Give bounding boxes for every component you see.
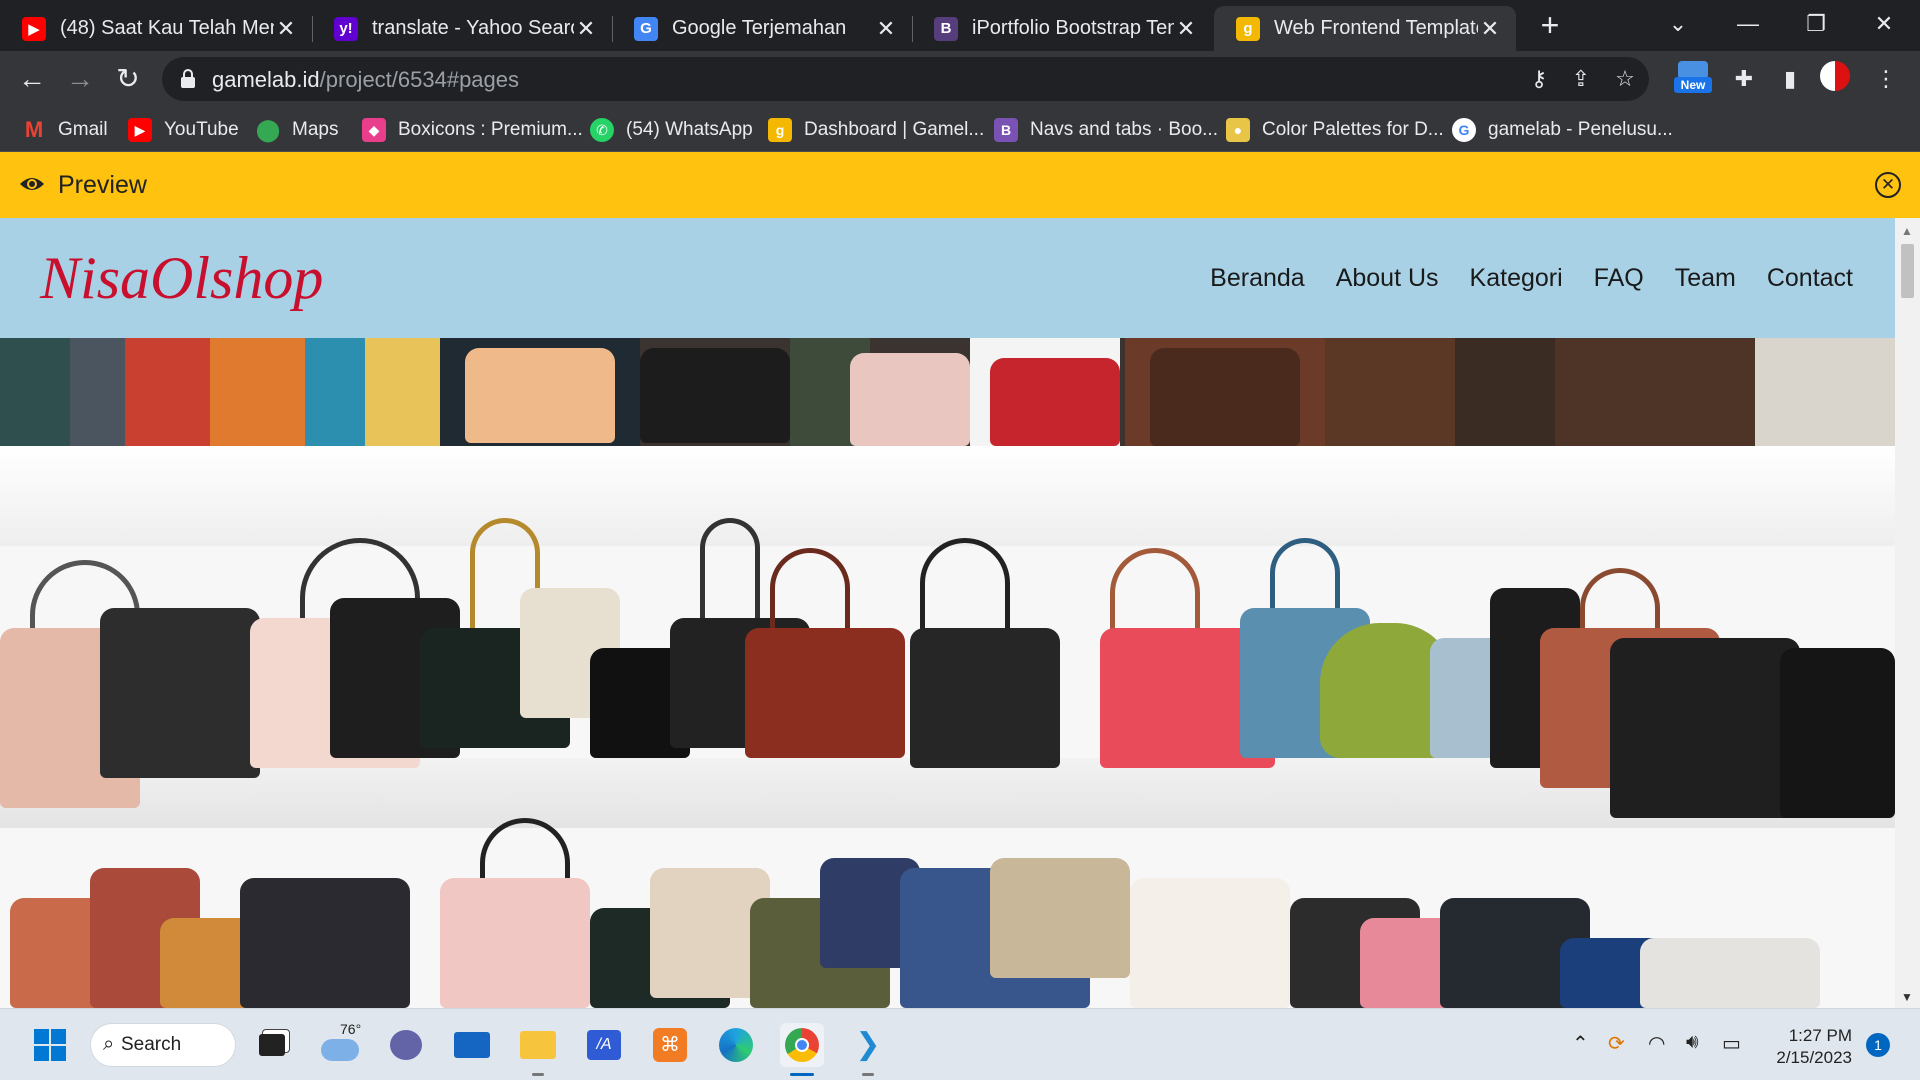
chrome-browser-icon[interactable] <box>780 1023 824 1067</box>
page-scrollbar[interactable]: ▲ ▼ <box>1895 218 1920 1008</box>
back-button[interactable]: ← <box>12 59 52 99</box>
site-navbar: NisaOlshop Beranda About Us Kategori FAQ… <box>0 218 1895 338</box>
gmail-icon: M <box>24 117 44 142</box>
extensions-puzzle-icon[interactable]: ✚ <box>1726 61 1762 97</box>
preview-label: Preview <box>58 171 147 199</box>
mail-icon[interactable] <box>450 1023 494 1067</box>
wifi-icon[interactable]: ◠ <box>1648 1031 1665 1056</box>
close-tab-icon[interactable]: ✕ <box>1478 16 1502 42</box>
menu-item-contact[interactable]: Contact <box>1767 264 1853 293</box>
browser-tab[interactable]: y! translate - Yahoo Search R ✕ <box>312 6 613 51</box>
close-tab-icon[interactable]: ✕ <box>574 16 598 42</box>
maps-pin-icon: ⬤ <box>255 117 281 142</box>
bookmark-whatsapp[interactable]: ✆ (54) WhatsApp <box>590 115 753 145</box>
restore-button[interactable]: ❐ <box>1786 6 1846 42</box>
google-icon: G <box>1452 118 1476 142</box>
menu-item-about-us[interactable]: About Us <box>1336 264 1439 293</box>
bookmark-maps[interactable]: ⬤ Maps <box>255 115 339 145</box>
gamelab-icon: g <box>768 118 792 142</box>
browser-tab[interactable]: B iPortfolio Bootstrap Temp ✕ <box>912 6 1212 51</box>
teams-chat-icon[interactable] <box>384 1023 428 1067</box>
minimize-button[interactable]: — <box>1718 6 1778 42</box>
browser-menu-icon[interactable]: ⋮ <box>1868 61 1904 97</box>
show-hidden-icons-chevron-icon[interactable]: ⌃ <box>1572 1031 1589 1056</box>
bookmark-youtube[interactable]: ▶ YouTube <box>128 115 239 145</box>
bookmark-navs-tabs[interactable]: B Navs and tabs · Boo... <box>994 115 1218 145</box>
bookmark-boxicons[interactable]: ◆ Boxicons : Premium... <box>362 115 583 145</box>
notification-badge[interactable]: 1 <box>1866 1033 1890 1057</box>
windows-start-icon[interactable] <box>28 1023 72 1067</box>
scroll-down-arrow-icon[interactable]: ▼ <box>1901 990 1913 1004</box>
xampp-icon[interactable]: ⌘ <box>648 1023 692 1067</box>
hero-image-handbags <box>0 338 1895 1008</box>
hero-top-bag-strip <box>0 338 1895 446</box>
youtube-icon: ▶ <box>22 16 46 41</box>
google-translate-icon: G <box>634 16 658 41</box>
browser-tab-strip: ▶ (48) Saat Kau Telah Menge ✕ y! transla… <box>0 0 1920 51</box>
close-preview-button[interactable]: ✕ <box>1875 172 1901 198</box>
yahoo-icon: y! <box>334 16 358 41</box>
page-viewport: NisaOlshop Beranda About Us Kategori FAQ… <box>0 218 1895 1008</box>
site-brand-logo[interactable]: NisaOlshop <box>40 244 323 313</box>
palette-icon: ● <box>1226 118 1250 142</box>
close-window-button[interactable]: ✕ <box>1854 6 1914 42</box>
menu-item-team[interactable]: Team <box>1675 264 1736 293</box>
browser-tab-active[interactable]: g Web Frontend Template | ✕ <box>1214 6 1516 51</box>
gamelab-icon: g <box>1236 16 1260 41</box>
share-icon[interactable]: ⇪ <box>1566 65 1596 93</box>
lock-icon <box>181 69 195 88</box>
bookmark-gmail[interactable]: M Gmail <box>22 115 108 145</box>
menu-item-kategori[interactable]: Kategori <box>1470 264 1563 293</box>
volume-icon[interactable]: 🔊︎ <box>1686 1031 1699 1054</box>
bookmark-google-search[interactable]: G gamelab - Penelusu... <box>1452 115 1673 145</box>
browser-tab[interactable]: G Google Terjemahan ✕ <box>612 6 913 51</box>
bookmark-color-palettes[interactable]: ● Color Palettes for D... <box>1226 115 1444 145</box>
browser-tab[interactable]: ▶ (48) Saat Kau Telah Menge ✕ <box>0 6 313 51</box>
url-text: gamelab.id/project/6534#pages <box>212 67 520 92</box>
side-panel-icon[interactable]: ▮ <box>1772 61 1808 97</box>
close-tab-icon[interactable]: ✕ <box>1174 16 1198 42</box>
browser-toolbar: ← → ↻ gamelab.id/project/6534#pages ⚷ ⇪ … <box>0 51 1920 107</box>
ide-app-icon[interactable]: /A <box>582 1023 626 1067</box>
bookmark-star-icon[interactable]: ☆ <box>1610 65 1640 93</box>
taskbar-search[interactable]: ⌕ Search <box>90 1023 236 1067</box>
address-bar[interactable]: gamelab.id/project/6534#pages ⚷ ⇪ ☆ <box>162 57 1649 101</box>
taskbar-clock[interactable]: 1:27 PM 2/15/2023 <box>1764 1025 1852 1069</box>
close-tab-icon[interactable]: ✕ <box>274 16 298 42</box>
close-tab-icon[interactable]: ✕ <box>874 16 898 42</box>
whatsapp-icon: ✆ <box>590 118 614 142</box>
windows-taskbar: ⌕ Search 76° /A ⌘ ❯ ⌃ ⟳ ◠ 🔊︎ ▭ 1:27 PM 2 <box>0 1008 1920 1080</box>
menu-item-faq[interactable]: FAQ <box>1594 264 1644 293</box>
eye-icon <box>20 178 44 190</box>
new-tab-button[interactable]: + <box>1530 8 1570 44</box>
sync-icon[interactable]: ⟳ <box>1608 1031 1625 1056</box>
key-icon[interactable]: ⚷ <box>1524 65 1554 93</box>
profile-avatar[interactable] <box>1820 61 1856 97</box>
edge-browser-icon[interactable] <box>714 1023 758 1067</box>
forward-button[interactable]: → <box>60 59 100 99</box>
site-menu: Beranda About Us Kategori FAQ Team Conta… <box>1210 264 1853 293</box>
bookmark-gamelab-dashboard[interactable]: g Dashboard | Gamel... <box>768 115 984 145</box>
search-icon: ⌕ <box>103 1033 115 1055</box>
file-explorer-icon[interactable] <box>516 1023 560 1067</box>
bootstrap-icon: B <box>994 118 1018 142</box>
bootstrap-icon: B <box>934 16 958 41</box>
menu-item-beranda[interactable]: Beranda <box>1210 264 1305 293</box>
youtube-icon: ▶ <box>128 118 152 142</box>
weather-temperature: 76° <box>340 1021 362 1037</box>
extension-new-icon[interactable]: New <box>1674 61 1712 97</box>
scrollbar-thumb[interactable] <box>1901 244 1914 298</box>
preview-bar: Preview ✕ <box>0 152 1920 218</box>
task-view-icon[interactable] <box>250 1023 294 1067</box>
vscode-icon[interactable]: ❯ <box>846 1023 890 1067</box>
scroll-up-arrow-icon[interactable]: ▲ <box>1901 224 1913 238</box>
bookmarks-bar: M Gmail ▶ YouTube ⬤ Maps ◆ Boxicons : Pr… <box>0 107 1920 152</box>
reload-button[interactable]: ↻ <box>108 59 148 99</box>
boxicons-icon: ◆ <box>362 118 386 142</box>
battery-icon[interactable]: ▭ <box>1722 1031 1741 1056</box>
tab-search-chevron-icon[interactable]: ⌄ <box>1648 6 1708 42</box>
